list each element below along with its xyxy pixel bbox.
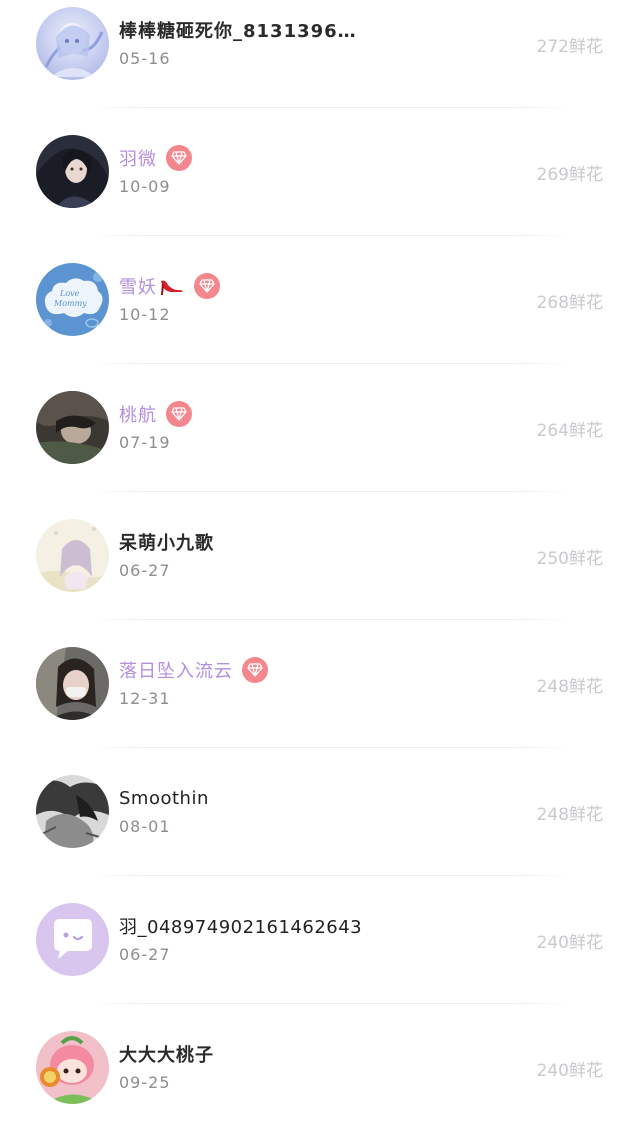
gift-ranking-list: 棒棒糖砸死你_8131396… 05-16 272鲜花 羽微 10-09 269…: [0, 0, 640, 1132]
avatar[interactable]: [36, 7, 109, 80]
svg-text:Mommy: Mommy: [53, 299, 87, 308]
avatar[interactable]: [36, 775, 109, 848]
date-label: 08-01: [119, 817, 171, 836]
date-label: 06-27: [119, 945, 171, 964]
date-label: 10-09: [119, 177, 171, 196]
diamond-vip-icon: [242, 657, 268, 683]
list-item[interactable]: Smoothin 08-01 248鲜花: [0, 748, 640, 876]
svg-text:Love: Love: [59, 289, 80, 298]
avatar[interactable]: [36, 391, 109, 464]
flower-count: 240鲜花: [536, 1061, 603, 1081]
list-item[interactable]: 棒棒糖砸死你_8131396… 05-16 272鲜花: [0, 0, 640, 108]
flower-count: 240鲜花: [536, 933, 603, 953]
diamond-vip-icon: [166, 145, 192, 171]
diamond-vip-icon: [166, 401, 192, 427]
user-name[interactable]: 大大大桃子: [119, 1041, 214, 1067]
user-name[interactable]: 雪妖: [119, 273, 157, 299]
user-name[interactable]: 呆萌小九歌: [119, 529, 214, 555]
flower-count: 264鲜花: [536, 421, 603, 441]
avatar[interactable]: [36, 903, 109, 976]
high-heel-icon: [159, 275, 185, 297]
date-label: 06-27: [119, 561, 171, 580]
date-label: 10-12: [119, 305, 171, 324]
avatar[interactable]: Love Mommy: [36, 263, 109, 336]
user-name[interactable]: 羽微: [119, 145, 157, 171]
avatar[interactable]: [36, 519, 109, 592]
flower-count: 248鲜花: [536, 805, 603, 825]
avatar[interactable]: [36, 647, 109, 720]
avatar[interactable]: [36, 135, 109, 208]
avatar[interactable]: [36, 1031, 109, 1104]
list-item[interactable]: 桃航 07-19 264鲜花: [0, 364, 640, 492]
flower-count: 250鲜花: [536, 549, 603, 569]
flower-count: 248鲜花: [536, 677, 603, 697]
date-label: 05-16: [119, 49, 171, 68]
user-name[interactable]: Smoothin: [119, 788, 209, 809]
date-label: 07-19: [119, 433, 171, 452]
user-name[interactable]: 落日坠入流云: [119, 657, 233, 683]
list-item[interactable]: 羽微 10-09 269鲜花: [0, 108, 640, 236]
list-item[interactable]: 呆萌小九歌 06-27 250鲜花: [0, 492, 640, 620]
flower-count: 268鲜花: [536, 293, 603, 313]
user-name[interactable]: 羽_048974902161462643: [119, 913, 362, 939]
user-name[interactable]: 桃航: [119, 401, 157, 427]
diamond-vip-icon: [194, 273, 220, 299]
flower-count: 272鲜花: [536, 37, 603, 57]
flower-count: 269鲜花: [536, 165, 603, 185]
date-label: 09-25: [119, 1073, 171, 1092]
list-item[interactable]: 大大大桃子 09-25 240鲜花: [0, 1004, 640, 1132]
user-name[interactable]: 棒棒糖砸死你_8131396…: [119, 17, 357, 43]
date-label: 12-31: [119, 689, 171, 708]
list-item[interactable]: Love Mommy 雪妖 10-12 268鲜花: [0, 236, 640, 364]
list-item[interactable]: 落日坠入流云 12-31 248鲜花: [0, 620, 640, 748]
list-item[interactable]: 羽_048974902161462643 06-27 240鲜花: [0, 876, 640, 1004]
